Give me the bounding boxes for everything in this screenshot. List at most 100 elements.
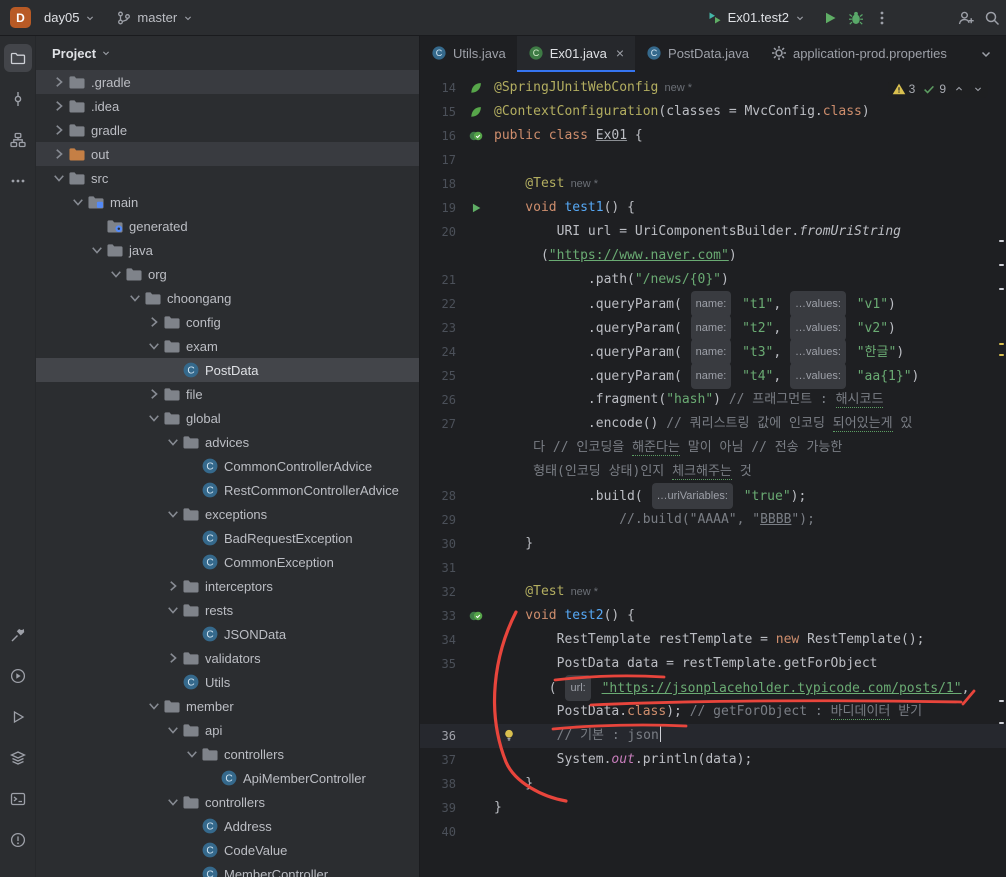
code-line-24[interactable]: 24 .queryParam( name: "t3", …values: "한글…: [420, 339, 1006, 365]
line-number[interactable]: 28: [420, 489, 462, 503]
previous-problem-button[interactable]: [953, 83, 965, 95]
code-line-40[interactable]: 40: [420, 820, 1006, 844]
line-number[interactable]: 30: [420, 537, 462, 551]
line-number[interactable]: 20: [420, 225, 462, 239]
run-test-icon[interactable]: [469, 201, 483, 215]
project-panel-header[interactable]: Project: [36, 36, 419, 70]
line-number[interactable]: 21: [420, 273, 462, 287]
hidden-tabs-button[interactable]: [966, 36, 1006, 72]
checks-indicator[interactable]: 9: [922, 82, 946, 96]
project-switcher[interactable]: day05: [38, 6, 102, 29]
line-number[interactable]: 25: [420, 369, 462, 383]
tree-item-global[interactable]: global: [36, 406, 419, 430]
tree-item-controllers[interactable]: controllers: [36, 790, 419, 814]
line-number[interactable]: 39: [420, 801, 462, 815]
line-number[interactable]: 38: [420, 777, 462, 791]
tree-item-gradle[interactable]: gradle: [36, 118, 419, 142]
code-line-wrap[interactable]: PostData.class); // getForObject : 바디데이터…: [420, 700, 1006, 724]
code-line-30[interactable]: 30 }: [420, 532, 1006, 556]
chevron-open-icon[interactable]: [164, 506, 182, 522]
gutter[interactable]: [462, 201, 490, 215]
tree-item-api[interactable]: api: [36, 718, 419, 742]
chevron-open-icon[interactable]: [69, 194, 87, 210]
tab-Ex01.java[interactable]: C Ex01.java ×: [516, 36, 636, 72]
tree-item-interceptors[interactable]: interceptors: [36, 574, 419, 598]
code-line-23[interactable]: 23 .queryParam( name: "t2", …values: "v2…: [420, 315, 1006, 341]
code-line-25[interactable]: 25 .queryParam( name: "t4", …values: "aa…: [420, 363, 1006, 389]
code-line-wrap[interactable]: 다 // 인코딩을 해준다는 말이 아님 // 전송 가능한: [420, 436, 1006, 460]
code-line-35[interactable]: 35 PostData data = restTemplate.getForOb…: [420, 652, 1006, 676]
line-number[interactable]: 37: [420, 753, 462, 767]
line-number[interactable]: 26: [420, 393, 462, 407]
code-line-36[interactable]: 36 // 기본 : json: [420, 724, 1006, 748]
next-problem-button[interactable]: [972, 83, 984, 95]
project-tool-button[interactable]: [3, 44, 32, 72]
more-actions-button[interactable]: [874, 10, 890, 26]
tree-item-validators[interactable]: validators: [36, 646, 419, 670]
tree-item-choongang[interactable]: choongang: [36, 286, 419, 310]
line-number[interactable]: 18: [420, 177, 462, 191]
problems-tool-button[interactable]: [4, 826, 32, 854]
code-editor[interactable]: 14 @SpringJUnitWebConfig new * 15 @ContextC…: [420, 72, 1006, 877]
run-button[interactable]: [822, 10, 838, 26]
tree-item-exam[interactable]: exam: [36, 334, 419, 358]
run-circle-tool-button[interactable]: [4, 662, 32, 690]
chevron-closed-icon[interactable]: [164, 578, 182, 594]
line-number[interactable]: 34: [420, 633, 462, 647]
code-line-22[interactable]: 22 .queryParam( name: "t1", …values: "v1…: [420, 291, 1006, 317]
tree-item-exceptions[interactable]: exceptions: [36, 502, 419, 526]
gutter[interactable]: [462, 105, 490, 119]
code-line-39[interactable]: 39}: [420, 796, 1006, 820]
tree-item-controllers[interactable]: controllers: [36, 742, 419, 766]
code-line-38[interactable]: 38 }: [420, 772, 1006, 796]
chevron-closed-icon[interactable]: [50, 146, 68, 162]
chevron-open-icon[interactable]: [126, 290, 144, 306]
chevron-open-icon[interactable]: [88, 242, 106, 258]
line-number[interactable]: 23: [420, 321, 462, 335]
gutter[interactable]: [462, 609, 490, 623]
line-number[interactable]: 32: [420, 585, 462, 599]
chevron-open-icon[interactable]: [164, 602, 182, 618]
tree-item-file[interactable]: file: [36, 382, 419, 406]
code-line-29[interactable]: 29 //.build("AAAA", "BBBB");: [420, 508, 1006, 532]
structure-tool-button[interactable]: [4, 126, 32, 154]
tree-item-java[interactable]: java: [36, 238, 419, 262]
chevron-closed-icon[interactable]: [50, 98, 68, 114]
code-line-18[interactable]: 18 @Test new *: [420, 172, 1006, 196]
tab-Utils.java[interactable]: C Utils.java: [420, 36, 517, 72]
tree-item-Utils[interactable]: C Utils: [36, 670, 419, 694]
build-tool-button[interactable]: [4, 621, 32, 649]
line-number[interactable]: 40: [420, 825, 462, 839]
tree-item-ApiMemberController[interactable]: C ApiMemberController: [36, 766, 419, 790]
code-line-16[interactable]: 16 public class Ex01 {: [420, 124, 1006, 148]
run-configuration-widget[interactable]: Ex01.test2: [701, 6, 812, 30]
tree-item-org[interactable]: org: [36, 262, 419, 286]
search-button[interactable]: [984, 10, 1000, 26]
tree-item-rests[interactable]: rests: [36, 598, 419, 622]
branch-widget[interactable]: master: [110, 6, 200, 30]
line-number[interactable]: 19: [420, 201, 462, 215]
inspections-widget[interactable]: 3 9: [887, 80, 988, 98]
code-line-20[interactable]: 20 URI url = UriComponentsBuilder.fromUr…: [420, 220, 1006, 244]
gutter[interactable]: [462, 129, 490, 143]
chevron-open-icon[interactable]: [50, 170, 68, 186]
tree-item-src[interactable]: src: [36, 166, 419, 190]
code-line-33[interactable]: 33 void test2() {: [420, 604, 1006, 628]
chevron-closed-icon[interactable]: [50, 122, 68, 138]
tree-item-RestCommonControllerAdvice[interactable]: C RestCommonControllerAdvice: [36, 478, 419, 502]
code-line-26[interactable]: 26 .fragment("hash") // 프래그먼트 : 해시코드: [420, 388, 1006, 412]
tree-item-out[interactable]: out: [36, 142, 419, 166]
code-line-wrap[interactable]: ("https://www.naver.com"): [420, 244, 1006, 268]
more-tool-button[interactable]: [4, 167, 32, 195]
tab-PostData.java[interactable]: C PostData.java: [635, 36, 760, 72]
line-number[interactable]: 31: [420, 561, 462, 575]
tree-item-JSONData[interactable]: C JSONData: [36, 622, 419, 646]
tree-item-.gradle[interactable]: .gradle: [36, 70, 419, 94]
code-line-wrap[interactable]: ( url: "https://jsonplaceholder.typicode…: [420, 675, 1006, 701]
tree-item-.idea[interactable]: .idea: [36, 94, 419, 118]
code-line-32[interactable]: 32 @Test new *: [420, 580, 1006, 604]
tab-application-prod.properties[interactable]: application-prod.properties: [760, 36, 958, 72]
tab-close-button[interactable]: ×: [616, 45, 624, 61]
chevron-open-icon[interactable]: [164, 722, 182, 738]
chevron-open-icon[interactable]: [145, 698, 163, 714]
